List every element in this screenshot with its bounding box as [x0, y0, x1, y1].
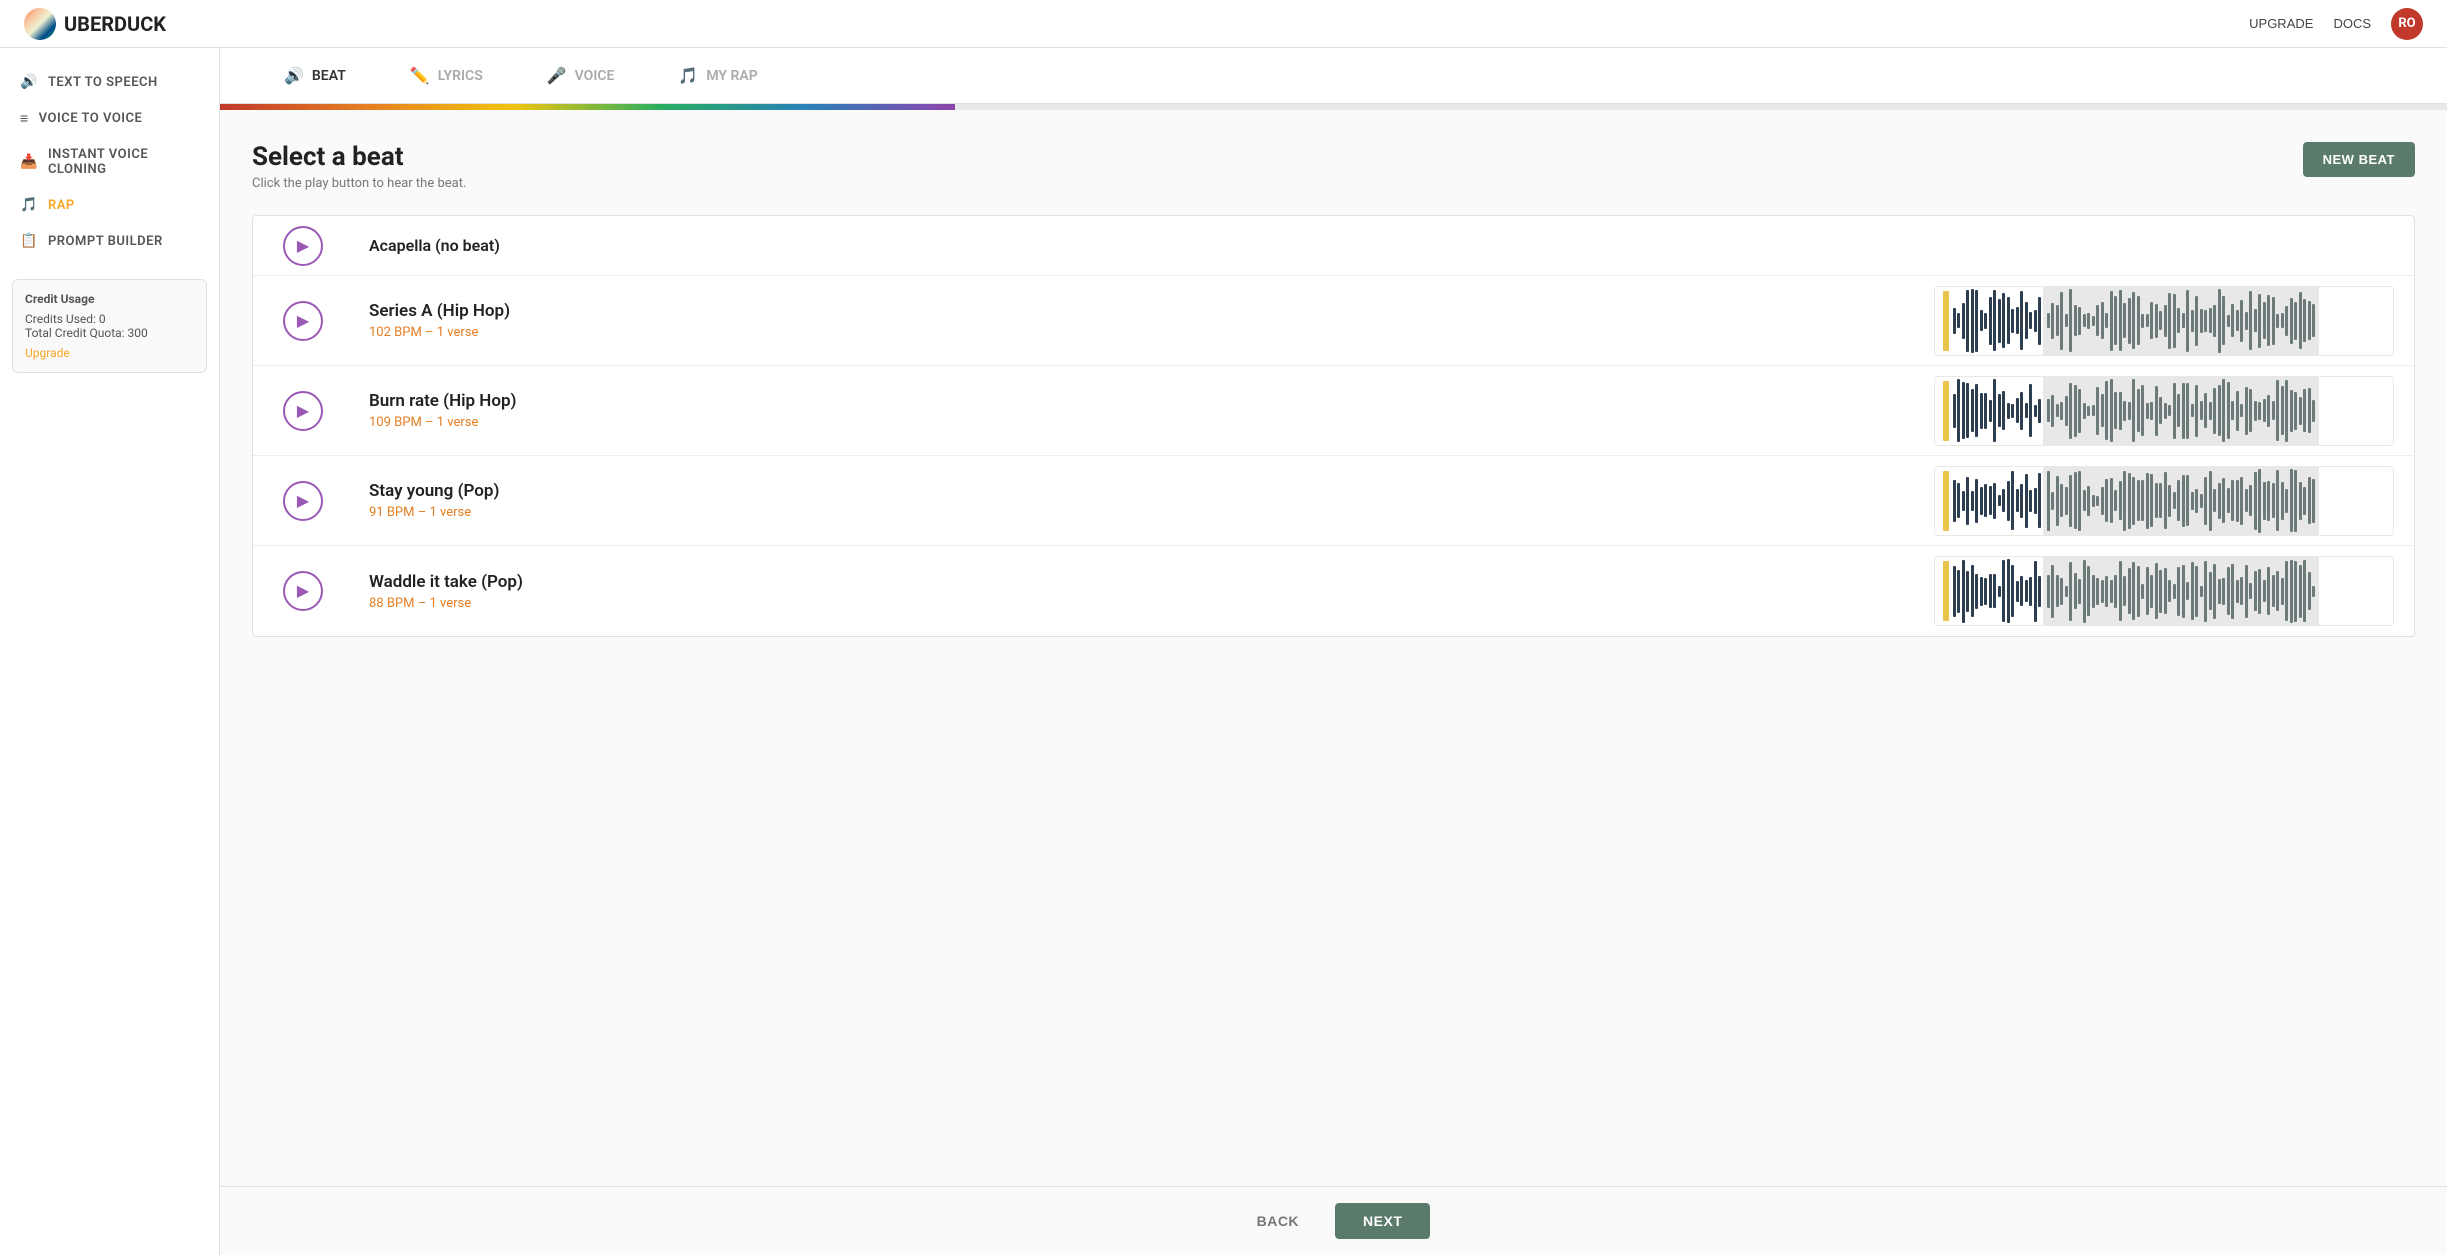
- beat-name-series-a: Series A (Hip Hop): [369, 301, 1898, 321]
- beat-info-series-a: Series A (Hip Hop) 102 BPM – 1 verse: [353, 285, 1914, 356]
- beat-play-series-a: ▶: [253, 301, 353, 341]
- voice-to-voice-label: VOICE TO VOICE: [39, 111, 143, 126]
- beat-meta-waddle-it-take: 88 BPM – 1 verse: [369, 596, 1898, 611]
- header: UBERDUCK UPGRADE DOCS RO: [0, 0, 2447, 48]
- instant-voice-cloning-label: INSTANT VOICE CLONING: [48, 147, 199, 177]
- voice-to-voice-icon: ≡: [20, 110, 29, 127]
- logo-icon: [24, 8, 56, 40]
- main-content: 🔊 BEAT✏️ LYRICS🎤 VOICE🎵 MY RAP Select a …: [220, 48, 2447, 1255]
- sidebar-item-voice-to-voice[interactable]: ≡ VOICE TO VOICE: [0, 100, 219, 137]
- sidebar-item-text-to-speech[interactable]: 🔊 TEXT TO SPEECH: [0, 64, 219, 100]
- sidebar-item-instant-voice-cloning[interactable]: 📥 INSTANT VOICE CLONING: [0, 137, 219, 187]
- beat-play-stay-young: ▶: [253, 481, 353, 521]
- beat-meta-burn-rate: 109 BPM – 1 verse: [369, 415, 1898, 430]
- sidebar-item-rap[interactable]: 🎵 RAP: [0, 187, 219, 223]
- upgrade-link[interactable]: Upgrade: [25, 346, 194, 360]
- back-button[interactable]: BACK: [1237, 1203, 1319, 1239]
- credits-used-label: Credits Used: 0: [25, 312, 194, 326]
- beat-meta-stay-young: 91 BPM – 1 verse: [369, 505, 1898, 520]
- beat-waveform-stay-young: [1914, 458, 2414, 544]
- page-title: Select a beat: [252, 142, 466, 172]
- beat-info-burn-rate: Burn rate (Hip Hop) 109 BPM – 1 verse: [353, 375, 1914, 446]
- step-lyrics[interactable]: ✏️ LYRICS: [378, 66, 515, 85]
- logo: UBERDUCK: [24, 8, 166, 40]
- upgrade-button[interactable]: UPGRADE: [2249, 16, 2313, 31]
- beat-info-stay-young: Stay young (Pop) 91 BPM – 1 verse: [353, 465, 1914, 536]
- credit-usage-title: Credit Usage: [25, 292, 194, 306]
- beat-row-burn-rate: ▶ Burn rate (Hip Hop) 109 BPM – 1 verse: [253, 366, 2414, 456]
- beat-name-acapella: Acapella (no beat): [369, 236, 2398, 255]
- voice-step-icon: 🎤: [547, 66, 567, 85]
- sidebar-item-prompt-builder[interactable]: 📋 PROMPT BUILDER: [0, 223, 219, 259]
- beat-waveform-series-a: [1914, 278, 2414, 364]
- beat-name-waddle-it-take: Waddle it take (Pop): [369, 572, 1898, 592]
- beat-list: ▶ Acapella (no beat) ▶ Series A (Hip Hop…: [252, 215, 2415, 637]
- logo-text: UBERDUCK: [64, 12, 166, 36]
- content-header-left: Select a beat Click the play button to h…: [252, 142, 466, 191]
- prompt-builder-label: PROMPT BUILDER: [48, 234, 163, 249]
- beat-waveform-burn-rate: [1914, 368, 2414, 454]
- beat-waveform-waddle-it-take: [1914, 548, 2414, 634]
- instant-voice-cloning-icon: 📥: [20, 154, 38, 170]
- rap-label: RAP: [48, 198, 75, 213]
- lyrics-step-label: LYRICS: [438, 68, 483, 84]
- docs-button[interactable]: DOCS: [2333, 16, 2371, 31]
- beat-row-acapella: ▶ Acapella (no beat): [253, 216, 2414, 276]
- beat-step-label: BEAT: [312, 68, 346, 84]
- beat-row-series-a: ▶ Series A (Hip Hop) 102 BPM – 1 verse: [253, 276, 2414, 366]
- beat-step-icon: 🔊: [284, 66, 304, 85]
- next-button[interactable]: NEXT: [1335, 1203, 1430, 1239]
- text-to-speech-icon: 🔊: [20, 74, 38, 90]
- step-beat[interactable]: 🔊 BEAT: [252, 66, 378, 85]
- beat-row-waddle-it-take: ▶ Waddle it take (Pop) 88 BPM – 1 verse: [253, 546, 2414, 636]
- beat-name-stay-young: Stay young (Pop): [369, 481, 1898, 501]
- text-to-speech-label: TEXT TO SPEECH: [48, 75, 158, 90]
- credit-usage-box: Credit Usage Credits Used: 0 Total Credi…: [12, 279, 207, 373]
- beat-meta-series-a: 102 BPM – 1 verse: [369, 325, 1898, 340]
- prompt-builder-icon: 📋: [20, 233, 38, 249]
- play-button-waddle-it-take[interactable]: ▶: [283, 571, 323, 611]
- avatar[interactable]: RO: [2391, 8, 2423, 40]
- new-beat-button[interactable]: NEW BEAT: [2303, 142, 2415, 177]
- step-voice[interactable]: 🎤 VOICE: [515, 66, 647, 85]
- total-quota-label: Total Credit Quota: 300: [25, 326, 194, 340]
- steps-bar: 🔊 BEAT✏️ LYRICS🎤 VOICE🎵 MY RAP: [220, 48, 2447, 104]
- beat-row-stay-young: ▶ Stay young (Pop) 91 BPM – 1 verse: [253, 456, 2414, 546]
- beat-name-burn-rate: Burn rate (Hip Hop): [369, 391, 1898, 411]
- my-rap-step-icon: 🎵: [678, 66, 698, 85]
- my-rap-step-label: MY RAP: [706, 68, 757, 84]
- play-button-acapella[interactable]: ▶: [283, 226, 323, 266]
- lyrics-step-icon: ✏️: [410, 66, 430, 85]
- rap-icon: 🎵: [20, 197, 38, 213]
- step-my-rap[interactable]: 🎵 MY RAP: [646, 66, 789, 85]
- content-area: Select a beat Click the play button to h…: [220, 110, 2447, 737]
- play-button-stay-young[interactable]: ▶: [283, 481, 323, 521]
- play-button-burn-rate[interactable]: ▶: [283, 391, 323, 431]
- content-header: Select a beat Click the play button to h…: [252, 142, 2415, 191]
- beat-play-waddle-it-take: ▶: [253, 571, 353, 611]
- layout: 🔊 TEXT TO SPEECH≡ VOICE TO VOICE📥 INSTAN…: [0, 48, 2447, 1255]
- header-right: UPGRADE DOCS RO: [2249, 8, 2423, 40]
- page-subtitle: Click the play button to hear the beat.: [252, 176, 466, 191]
- play-button-series-a[interactable]: ▶: [283, 301, 323, 341]
- beat-play-burn-rate: ▶: [253, 391, 353, 431]
- sidebar: 🔊 TEXT TO SPEECH≡ VOICE TO VOICE📥 INSTAN…: [0, 48, 220, 1255]
- voice-step-label: VOICE: [575, 68, 615, 84]
- bottom-bar: BACK NEXT: [220, 1186, 2447, 1255]
- beat-info-acapella: Acapella (no beat): [353, 220, 2414, 271]
- beat-play-acapella: ▶: [253, 226, 353, 266]
- beat-info-waddle-it-take: Waddle it take (Pop) 88 BPM – 1 verse: [353, 556, 1914, 627]
